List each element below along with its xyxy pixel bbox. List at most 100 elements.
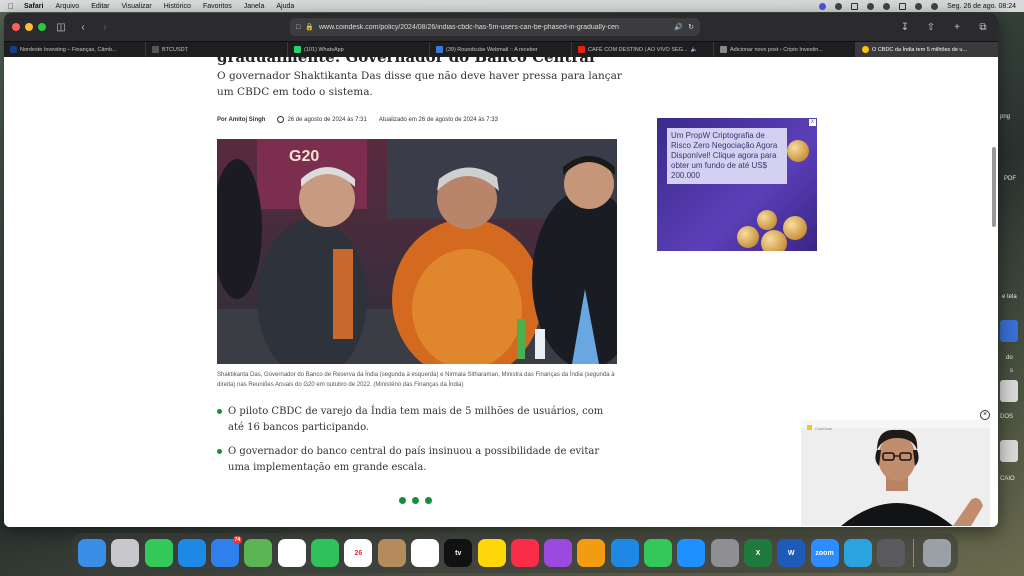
dock-finder-icon[interactable] [78, 539, 106, 567]
zoom-window-button[interactable] [38, 23, 46, 31]
reload-icon[interactable]: ↻ [688, 23, 694, 31]
author-link[interactable]: Por Amitoj Singh [217, 117, 265, 123]
speaker-icon[interactable]: 🔈 [691, 47, 698, 53]
ad-close-button[interactable]: x [809, 119, 816, 126]
control-center-icon[interactable] [899, 2, 907, 10]
dock-maps-icon[interactable] [244, 539, 273, 567]
tab-youtube[interactable]: CAFÉ COM DESTINO | AO VIVO SEG... 🔈 [572, 42, 714, 57]
dock-mail-icon[interactable]: 74 [211, 536, 243, 567]
dock-keynote-icon[interactable] [610, 539, 639, 567]
status-record-icon[interactable] [835, 2, 843, 10]
status-app-icon[interactable] [819, 2, 827, 10]
dock-calendar-icon[interactable]: 26 [344, 539, 373, 567]
menu-arquivo[interactable]: Arquivo [55, 3, 79, 10]
new-tab-icon[interactable]: + [950, 22, 964, 33]
minimize-window-button[interactable] [25, 23, 33, 31]
loading-dot [399, 497, 406, 504]
ad-text[interactable]: Um PropW Criptografia de Risco Zero Nego… [667, 128, 787, 184]
dock-photos-icon[interactable] [277, 539, 306, 567]
back-chevron-icon[interactable]: ‹ [76, 22, 90, 33]
desktop-file-label[interactable]: e tela [1002, 294, 1017, 300]
dock-music-icon[interactable] [510, 539, 539, 567]
dock-numbers-icon[interactable] [644, 539, 673, 567]
dock-separator [913, 539, 915, 567]
coindesk-icon [862, 46, 869, 53]
tab-label: (101) WhatsApp [304, 46, 344, 53]
dock-notes-icon[interactable] [477, 539, 506, 567]
status-display-icon[interactable] [851, 2, 859, 10]
dock-pages-icon[interactable] [577, 539, 606, 567]
menu-ajuda[interactable]: Ajuda [276, 3, 294, 10]
desktop-file-icon[interactable] [1000, 320, 1018, 342]
apple-menu-icon[interactable]:  [8, 2, 14, 11]
close-window-button[interactable] [12, 23, 20, 31]
tab-favicon [436, 46, 443, 53]
tab-roundcube[interactable]: (39) Roundcube Webmail :: A receber [430, 42, 572, 57]
bullet-dot-icon [217, 449, 222, 454]
article-subheadline: O governador Shaktikanta Das disse que n… [217, 70, 622, 98]
tab-nordeste[interactable]: Nordeste Investing – Finanças, Câmb... [4, 42, 146, 57]
dock-word-icon[interactable]: W [777, 539, 806, 567]
dock-system-settings-icon[interactable] [710, 539, 739, 567]
tab-bar: Nordeste Investing – Finanças, Câmb... B… [4, 41, 998, 57]
key-point: O governador do banco central do país in… [217, 444, 617, 476]
dock-messages-icon[interactable] [144, 539, 173, 567]
audio-icon[interactable]: 🔊 [674, 23, 683, 31]
desktop-file-icon[interactable] [1000, 380, 1018, 402]
menu-visualizar[interactable]: Visualizar [122, 3, 152, 10]
tab-overview-icon[interactable]: ⧉ [976, 22, 990, 33]
menu-historico[interactable]: Histórico [164, 3, 191, 10]
url-text[interactable]: www.coindesk.com/policy/2024/08/26/india… [319, 24, 669, 31]
dock-facetime-icon[interactable] [311, 539, 340, 567]
spotlight-icon[interactable] [915, 2, 923, 10]
coin-icon [787, 140, 809, 162]
tab-whatsapp[interactable]: (101) WhatsApp [288, 42, 430, 57]
address-bar[interactable]: □ 🔒 www.coindesk.com/policy/2024/08/26/i… [290, 18, 700, 36]
tab-coindesk-active[interactable]: O CBDC da Índia tem 5 milhões de u... [856, 42, 998, 57]
dock-contacts-icon[interactable] [377, 539, 406, 567]
desktop-file-label[interactable]: do [1006, 355, 1013, 361]
desktop-file-label[interactable]: png [1000, 114, 1010, 120]
menu-favoritos[interactable]: Favoritos [203, 3, 232, 10]
page-scrollbar[interactable] [992, 147, 996, 227]
article-photo[interactable]: G20 [217, 139, 617, 364]
publish-date-text: 26 de agosto de 2024 às 7:31 [287, 117, 367, 124]
dock-launchpad-icon[interactable] [111, 539, 140, 567]
desktop-file-label[interactable]: PDF [1004, 176, 1016, 182]
dock-excel-icon[interactable]: X [743, 539, 772, 567]
dock-telegram-icon[interactable] [843, 539, 872, 567]
dock-safari-icon[interactable] [177, 539, 206, 567]
forward-chevron-icon[interactable]: › [98, 22, 112, 33]
tab-cripto-post[interactable]: Adicionar novo post ‹ Cripto Investin... [714, 42, 856, 57]
tab-btcusdt[interactable]: BTCUSDT [146, 42, 288, 57]
menu-editar[interactable]: Editar [91, 3, 109, 10]
advertisement[interactable]: x Um PropW Criptografia de Risco Zero Ne… [657, 118, 817, 251]
dock-tv-icon[interactable]: tv [444, 539, 473, 567]
desktop-file-label[interactable]: CAIO [1000, 476, 1015, 482]
dock-podcasts-icon[interactable] [544, 539, 573, 567]
video-close-button[interactable]: × [980, 410, 990, 420]
menu-janela[interactable]: Janela [244, 3, 265, 10]
menu-clock[interactable]: Seg. 26 de ago. 08:24 [947, 3, 1016, 10]
download-icon[interactable]: ↧ [898, 22, 912, 33]
desktop-file-label[interactable]: DOS [1000, 414, 1013, 420]
browser-toolbar: ◫ ‹ › □ 🔒 www.coindesk.com/policy/2024/0… [4, 13, 998, 41]
dock-trash-icon[interactable] [922, 539, 951, 567]
share-icon[interactable]: ⇧ [924, 22, 938, 33]
video-overlay[interactable]: CoinDesk [801, 420, 990, 526]
dock-app-store-icon[interactable] [677, 539, 706, 567]
lock-icon: 🔒 [305, 24, 314, 31]
desktop-file-icon[interactable] [1000, 440, 1018, 462]
dock-calculator-icon[interactable] [877, 539, 906, 567]
wifi-icon[interactable] [883, 2, 891, 10]
siri-icon[interactable] [931, 2, 939, 10]
sidebar-toggle-icon[interactable]: ◫ [54, 22, 68, 33]
tab-label: O CBDC da Índia tem 5 milhões de u... [872, 46, 968, 53]
dock-zoom-icon[interactable]: zoom [810, 539, 839, 567]
loading-indicator [399, 497, 432, 504]
dock-reminders-icon[interactable] [410, 539, 439, 567]
desktop-file-label[interactable]: s [1010, 368, 1013, 374]
status-play-icon[interactable] [867, 2, 875, 10]
menu-app-name[interactable]: Safari [24, 3, 43, 10]
tab-label: CAFÉ COM DESTINO | AO VIVO SEG... [588, 46, 688, 53]
